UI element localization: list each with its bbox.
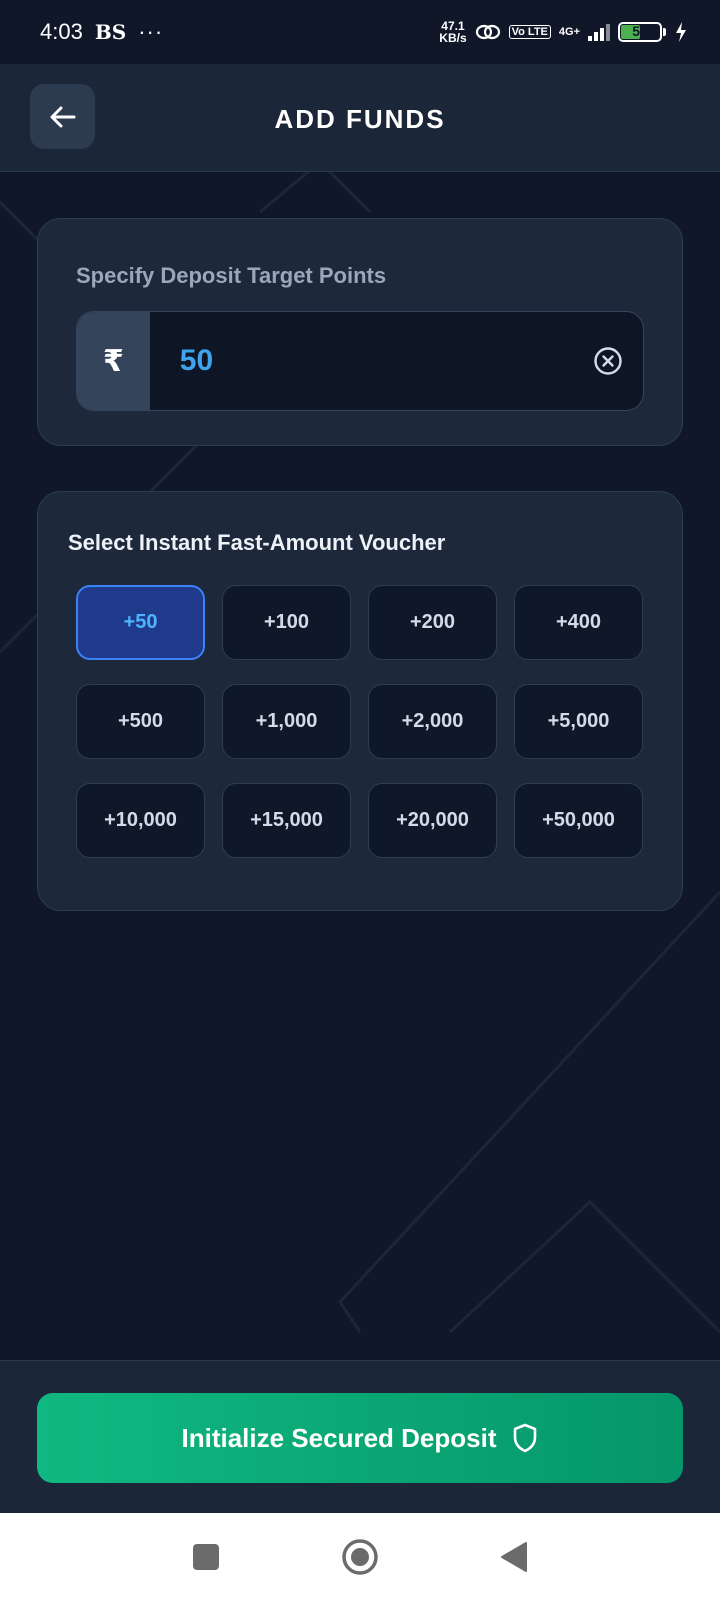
battery-level: 50 (632, 23, 648, 39)
clear-circle-icon (594, 347, 623, 375)
voucher-grid: +50 +100 +200 +400 +500 +1,000 +2,000 +5… (76, 585, 643, 858)
charging-icon (676, 22, 686, 42)
page-title: ADD FUNDS (274, 104, 446, 134)
deposit-target-label: Specify Deposit Target Points (76, 263, 387, 288)
voucher-button[interactable]: +1,000 (222, 684, 351, 759)
currency-symbol: ₹ (77, 312, 150, 410)
bottom-panel: Initialize Secured Deposit (0, 1360, 720, 1513)
voucher-card: Select Instant Fast-Amount Voucher +50 +… (37, 491, 683, 911)
voucher-button[interactable]: +10,000 (76, 783, 205, 858)
voucher-button[interactable]: +20,000 (368, 783, 497, 858)
battery-icon: 50 (618, 22, 666, 42)
voucher-button[interactable]: +2,000 (368, 684, 497, 759)
deposit-target-card: Specify Deposit Target Points ₹ (37, 218, 683, 446)
voucher-button[interactable]: +200 (368, 585, 497, 660)
voucher-button[interactable]: +5,000 (514, 684, 643, 759)
voucher-button[interactable]: +400 (514, 585, 643, 660)
status-carrier: BS (94, 20, 127, 44)
amount-input[interactable] (149, 312, 582, 410)
deposit-button-label: Initialize Secured Deposit (181, 1422, 497, 1453)
square-icon (193, 1543, 219, 1570)
voucher-button[interactable]: +50 (76, 585, 205, 660)
voucher-button[interactable]: +100 (222, 585, 351, 660)
circle-icon (342, 1538, 378, 1575)
initialize-deposit-button[interactable]: Initialize Secured Deposit (37, 1393, 683, 1483)
recents-button[interactable] (184, 1535, 228, 1579)
system-nav-bar (0, 1513, 720, 1600)
signal-icon (588, 23, 610, 41)
shield-icon (514, 1423, 537, 1453)
home-button[interactable] (338, 1535, 382, 1579)
nav-back-button[interactable] (492, 1535, 536, 1579)
hotspot-icon (475, 24, 500, 40)
voucher-button[interactable]: +50,000 (514, 783, 643, 858)
status-bar: 4:03 BS ··· 47.1 KB/s Vo LTE 4G+ 50 (0, 0, 720, 64)
status-time: 4:03 (40, 19, 83, 44)
triangle-back-icon (501, 1541, 527, 1572)
network-speed: 47.1 KB/s (439, 20, 466, 44)
voucher-button[interactable]: +15,000 (222, 783, 351, 858)
network-type: 4G+ (558, 25, 580, 38)
amount-field: ₹ (76, 311, 644, 411)
voucher-title: Select Instant Fast-Amount Voucher (68, 530, 446, 555)
status-overflow: ··· (138, 19, 164, 44)
volte-badge: Vo LTE (508, 25, 551, 39)
status-right: 47.1 KB/s Vo LTE 4G+ 50 (439, 20, 688, 44)
status-left: 4:03 BS ··· (40, 19, 163, 45)
app-header: ADD FUNDS (0, 64, 720, 172)
voucher-button[interactable]: +500 (76, 684, 205, 759)
clear-amount-button[interactable] (582, 312, 635, 410)
network-speed-unit: KB/s (439, 31, 467, 45)
